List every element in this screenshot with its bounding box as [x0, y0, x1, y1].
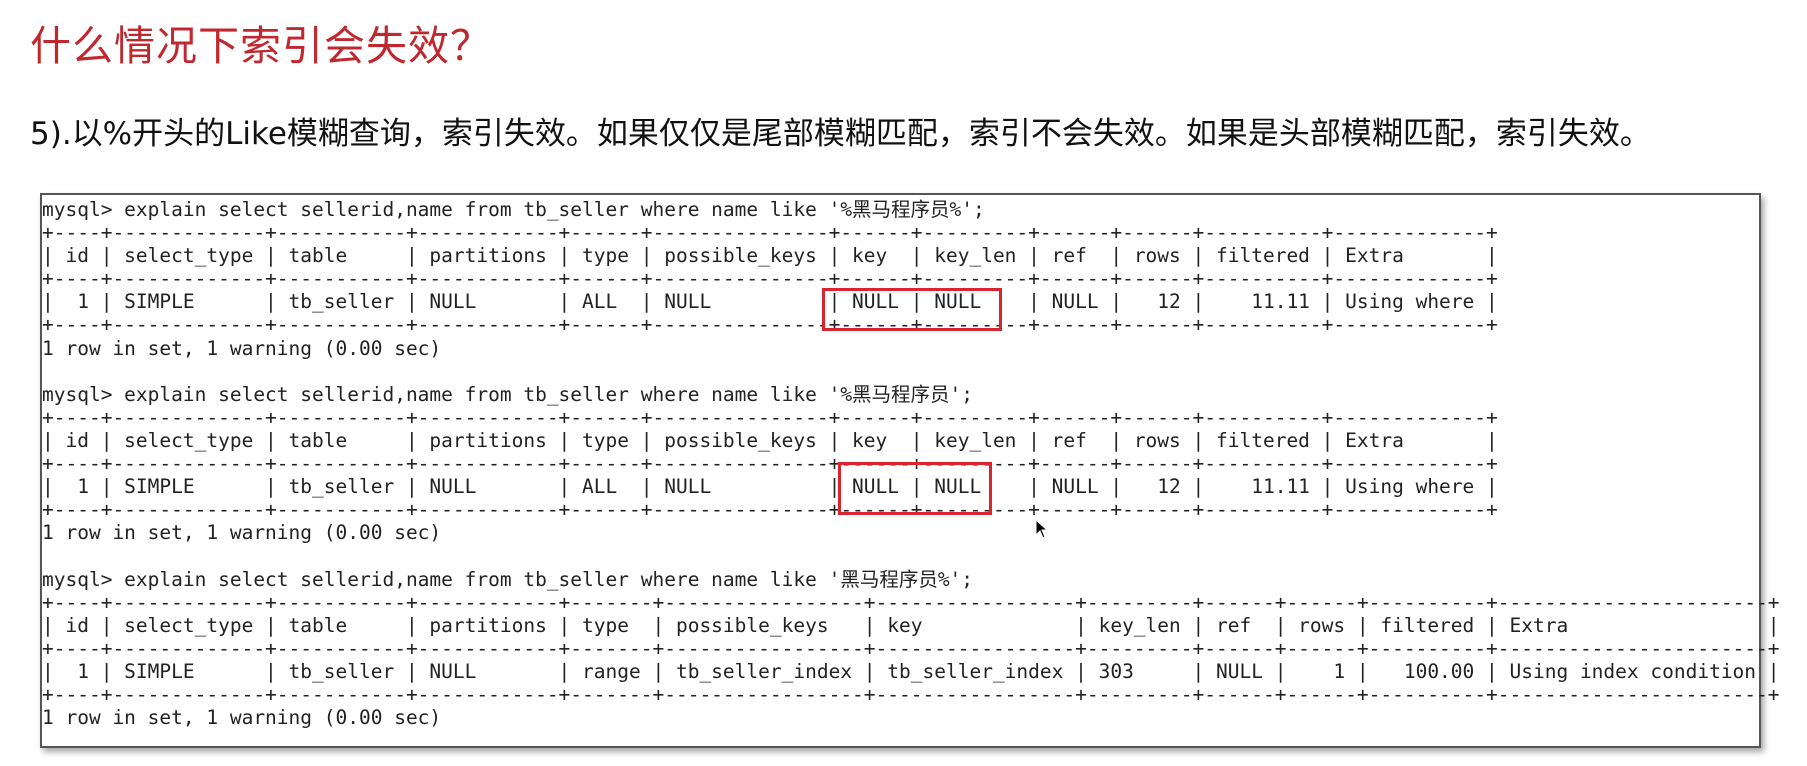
- result-summary: 1 row in set, 1 warning (0.00 sec): [42, 706, 442, 730]
- result-summary: 1 row in set, 1 warning (0.00 sec): [42, 521, 442, 545]
- table-row: | 1 | SIMPLE | tb_seller | NULL | range …: [42, 659, 1780, 683]
- table-border: +----+-------------+-----------+--------…: [42, 682, 1780, 706]
- table-border: +----+-------------+-----------+--------…: [42, 590, 1780, 614]
- table-header: | id | select_type | table | partitions …: [42, 244, 1498, 268]
- mouse-cursor-icon: [1035, 519, 1049, 539]
- query-1-command: mysql> explain select sellerid,name from…: [42, 198, 985, 221]
- slide-subtitle: 5).以%开头的Like模糊查询，索引失效。如果仅仅是尾部模糊匹配，索引不会失效…: [30, 116, 1651, 152]
- query-2-command: mysql> explain select sellerid,name from…: [42, 382, 974, 406]
- highlight-box-query-2: [838, 462, 992, 515]
- table-header: | id | select_type | table | partitions …: [42, 613, 1780, 637]
- slide-title: 什么情况下索引会失效？: [30, 22, 492, 70]
- table-header: | id | select_type | table | partitions …: [42, 428, 1498, 452]
- table-border: +----+-------------+-----------+--------…: [42, 267, 1498, 291]
- result-summary: 1 row in set, 1 warning (0.00 sec): [42, 336, 442, 360]
- table-border: +----+-------------+-----------+--------…: [42, 636, 1780, 660]
- query-3-command: mysql> explain select sellerid,name from…: [42, 567, 974, 591]
- table-border: +----+-------------+-----------+--------…: [42, 405, 1498, 429]
- highlight-box-query-1: [822, 288, 1002, 331]
- table-border: +----+-------------+-----------+--------…: [42, 221, 1498, 245]
